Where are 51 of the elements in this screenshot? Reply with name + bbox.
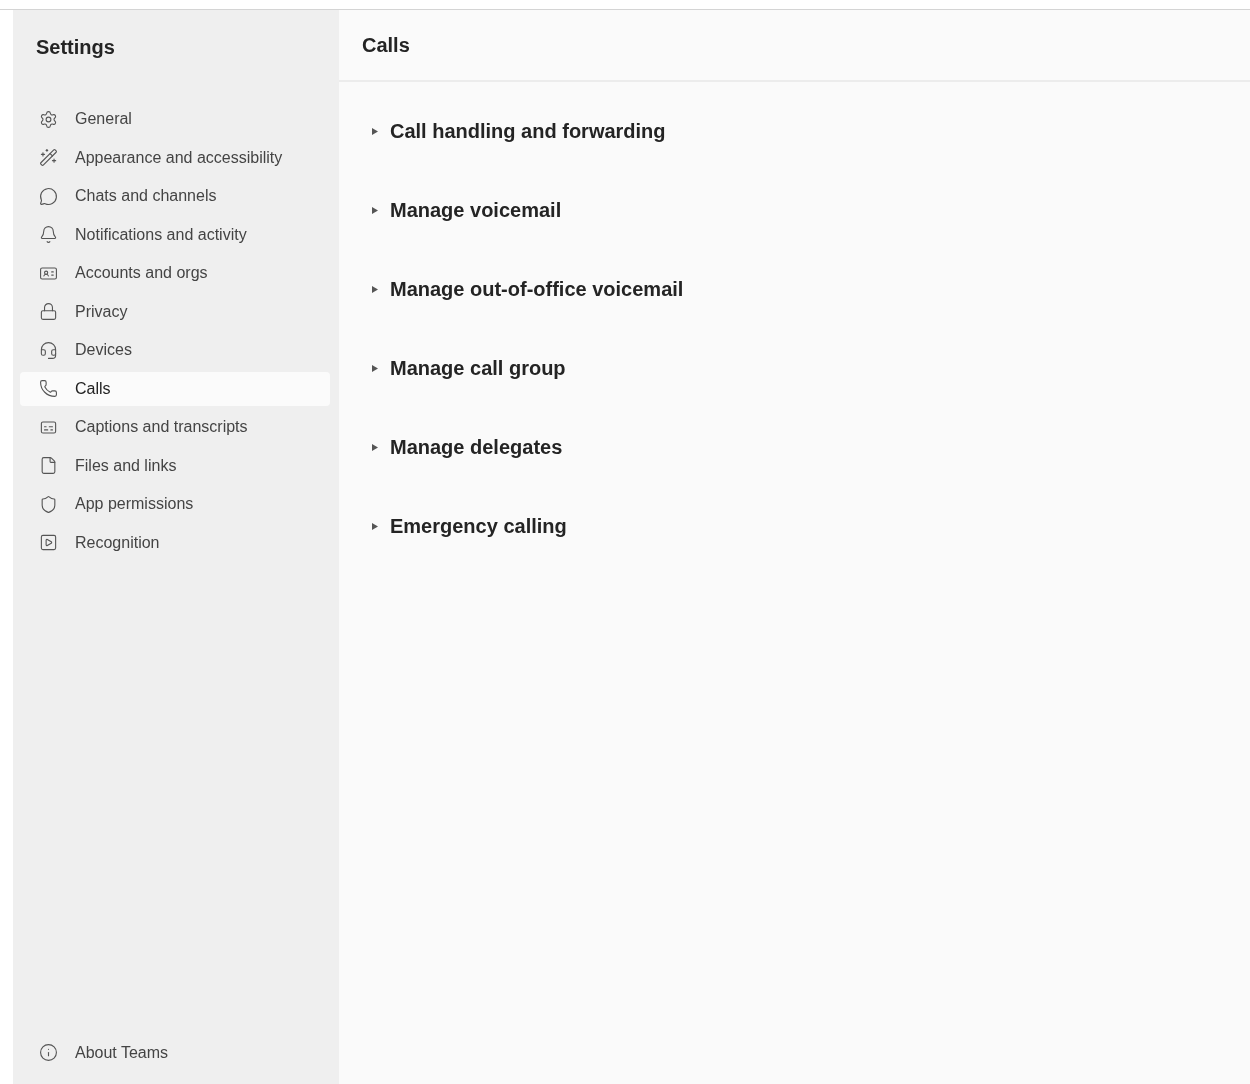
section-label: Call handling and forwarding bbox=[390, 120, 666, 143]
expander-row[interactable]: Call handling and forwarding bbox=[372, 116, 1250, 147]
sidebar-item-label: Files and links bbox=[75, 456, 177, 475]
page-title: Calls bbox=[362, 33, 410, 57]
sidebar-item-label: Captions and transcripts bbox=[75, 418, 248, 437]
about-item[interactable]: About Teams bbox=[20, 1035, 330, 1070]
chat-bubble-icon bbox=[39, 186, 58, 206]
sidebar-item[interactable]: Captions and transcripts bbox=[20, 410, 330, 445]
sidebar-item-label: Recognition bbox=[75, 533, 160, 552]
headset-icon bbox=[39, 340, 58, 360]
sidebar-item-label: General bbox=[75, 110, 132, 129]
sidebar-item-label: App permissions bbox=[75, 495, 194, 514]
wand-icon bbox=[39, 148, 58, 168]
sidebar-item[interactable]: Appearance and accessibility bbox=[20, 140, 330, 175]
bell-icon bbox=[39, 225, 58, 245]
expander-row[interactable]: Manage delegates bbox=[372, 432, 1250, 463]
sidebar-item[interactable]: Calls bbox=[20, 371, 330, 406]
expander-row[interactable]: Manage voicemail bbox=[372, 195, 1250, 226]
section-label: Manage call group bbox=[390, 357, 566, 380]
lock-icon bbox=[39, 302, 58, 322]
gear-icon bbox=[39, 109, 58, 129]
section-label: Manage voicemail bbox=[390, 199, 562, 222]
section-label: Manage delegates bbox=[390, 436, 563, 459]
info-icon bbox=[39, 1043, 58, 1063]
expander-row[interactable]: Manage call group bbox=[372, 353, 1250, 384]
sidebar-item[interactable]: General bbox=[20, 102, 330, 137]
sidebar-item-label: Calls bbox=[75, 379, 111, 398]
sidebar-item[interactable]: App permissions bbox=[20, 487, 330, 522]
sidebar-item[interactable]: Chats and channels bbox=[20, 179, 330, 214]
expander-row[interactable]: Manage out-of-office voicemail bbox=[372, 274, 1250, 305]
sidebar-title: Settings bbox=[35, 34, 116, 60]
sidebar-item[interactable]: Recognition bbox=[20, 525, 330, 560]
section-label: Emergency calling bbox=[390, 515, 567, 538]
sidebar-item-label: Privacy bbox=[75, 302, 128, 321]
play-square-icon bbox=[39, 533, 58, 553]
phone-icon bbox=[39, 379, 58, 399]
section-label: Manage out-of-office voicemail bbox=[390, 278, 684, 301]
shield-icon bbox=[39, 494, 58, 514]
sidebar-item-label: Notifications and activity bbox=[75, 225, 247, 244]
expander-row[interactable]: Emergency calling bbox=[372, 511, 1250, 542]
sidebar-item-label: Appearance and accessibility bbox=[75, 148, 283, 167]
file-icon bbox=[39, 456, 58, 476]
sidebar-item[interactable]: Notifications and activity bbox=[20, 217, 330, 252]
sidebar-item[interactable]: Devices bbox=[20, 333, 330, 368]
sidebar-item[interactable]: Privacy bbox=[20, 294, 330, 329]
about-label: About Teams bbox=[75, 1043, 169, 1062]
sidebar-item-label: Accounts and orgs bbox=[75, 264, 208, 283]
sidebar-item[interactable]: Accounts and orgs bbox=[20, 256, 330, 291]
sidebar-item-label: Devices bbox=[75, 341, 132, 360]
sidebar-item-label: Chats and channels bbox=[75, 187, 217, 206]
sidebar-item[interactable]: Files and links bbox=[20, 448, 330, 483]
